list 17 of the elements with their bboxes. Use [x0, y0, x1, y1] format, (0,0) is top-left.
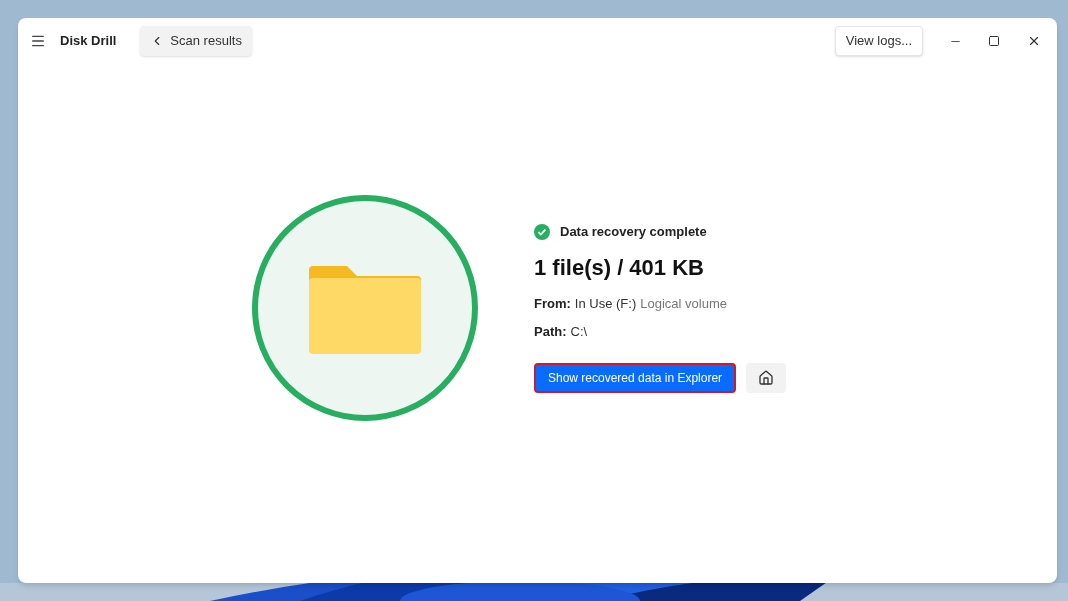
- path-label: Path:: [534, 322, 567, 341]
- back-button[interactable]: Scan results: [140, 26, 252, 56]
- maximize-icon[interactable]: [988, 35, 1000, 47]
- path-value: C:\: [570, 322, 588, 341]
- from-detail: Logical volume: [640, 295, 727, 314]
- show-in-explorer-button[interactable]: Show recovered data in Explorer: [534, 363, 737, 394]
- window-title: Disk Drill: [60, 32, 117, 51]
- view-logs-button[interactable]: View logs...: [834, 26, 923, 56]
- summary-text: 1 file(s) / 401 KB: [534, 254, 705, 283]
- home-icon: [758, 370, 775, 387]
- status-text: Data recovery complete: [560, 222, 707, 241]
- close-icon[interactable]: [1027, 34, 1041, 48]
- from-label: From:: [534, 295, 571, 314]
- from-value: In Use (F:): [574, 295, 637, 314]
- home-button[interactable]: [746, 363, 787, 394]
- menu-icon[interactable]: [30, 33, 46, 49]
- check-circle-icon: [534, 223, 550, 240]
